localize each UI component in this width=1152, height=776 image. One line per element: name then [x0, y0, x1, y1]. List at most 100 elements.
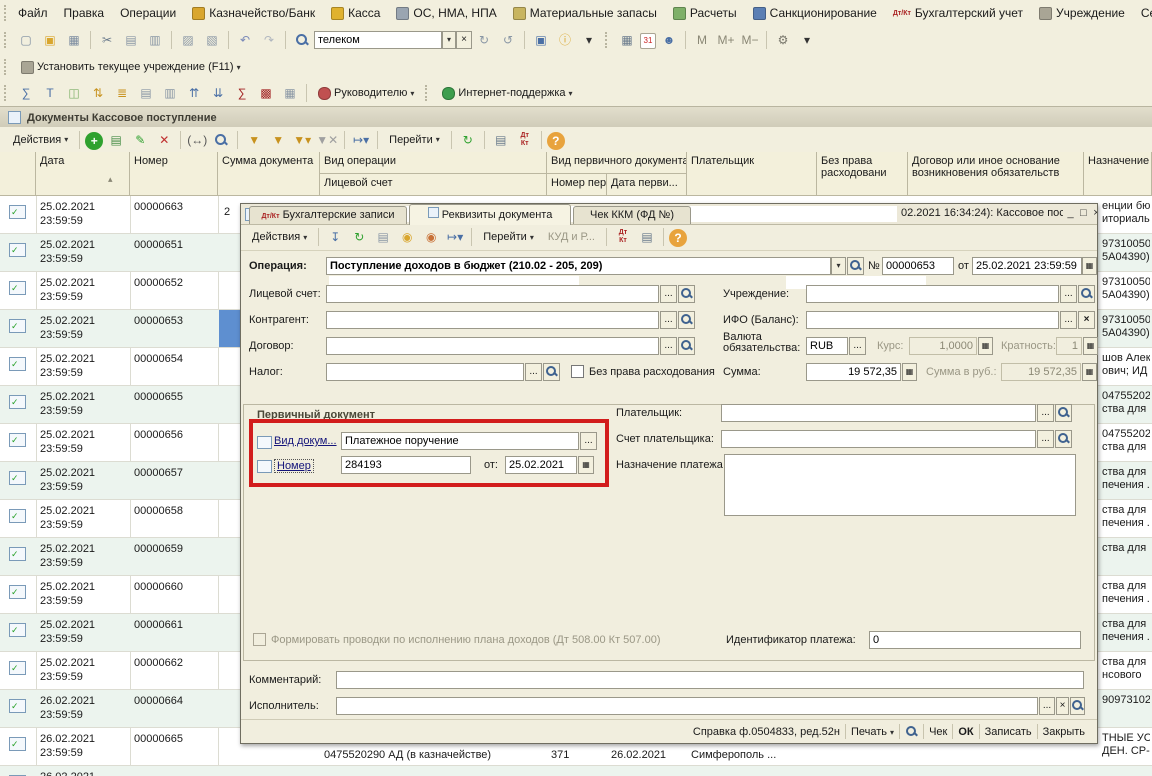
calculator-icon[interactable]: ▦ [616, 29, 638, 51]
menu-санкционирование[interactable]: Санкционирование [745, 3, 885, 23]
executor-lookup-button[interactable] [1070, 697, 1085, 715]
rate-calc-button[interactable]: ▦ [978, 337, 993, 355]
close-button[interactable]: × [1090, 206, 1097, 221]
tab-accounting-records[interactable]: Дт/Кт Бухгалтерские записи [249, 206, 407, 224]
dtkt-icon[interactable]: Дт Кт [612, 226, 634, 248]
memory-icon[interactable]: M [691, 29, 713, 51]
menu-расчеты[interactable]: Расчеты [665, 3, 745, 23]
operations-journal-icon[interactable]: ▥ [159, 82, 181, 104]
toolbar-grip[interactable] [425, 85, 431, 101]
payer-lookup-button[interactable] [1055, 404, 1072, 422]
ifo-input[interactable] [806, 311, 1059, 329]
menu-операции[interactable]: Операции [112, 3, 184, 23]
institution-lookup-button[interactable] [1078, 285, 1095, 303]
print-button[interactable]: Печать ▾ [851, 726, 894, 738]
manager-button[interactable]: Руководителю ▾ [311, 85, 421, 102]
report-icon[interactable]: ▤ [490, 129, 512, 151]
header-contract[interactable]: Договор или иное основание возникновения… [908, 152, 1084, 196]
export-icon[interactable]: ↦▾ [350, 129, 372, 151]
print-icon[interactable]: ▨ [177, 29, 199, 51]
search-clear-button[interactable]: × [456, 31, 472, 49]
menu-бухгалтерский-учет[interactable]: Дт/КтБухгалтерский учет [885, 3, 1031, 23]
print-preview-icon[interactable]: ▧ [201, 29, 223, 51]
redo-icon[interactable]: ↷ [258, 29, 280, 51]
help-icon[interactable]: ? [547, 132, 565, 150]
check-button[interactable]: Чек [929, 726, 947, 738]
reread-icon[interactable]: ↻ [348, 226, 370, 248]
close-dialog-button[interactable]: Закрыть [1043, 726, 1085, 738]
tax-ellipsis-button[interactable]: ... [525, 363, 542, 381]
contract-input[interactable] [326, 337, 659, 355]
edit-icon[interactable]: ✎ [129, 129, 151, 151]
search-icon[interactable] [291, 29, 313, 51]
multiplicity-calc-button[interactable]: ▦ [1083, 337, 1098, 355]
account-input[interactable] [326, 285, 659, 303]
document-journal-icon[interactable]: ▤ [135, 82, 157, 104]
payer-account-lookup-button[interactable] [1055, 430, 1072, 448]
ifo-ellipsis-button[interactable]: ... [1060, 311, 1077, 329]
refresh-icon[interactable]: ↻ [457, 129, 479, 151]
info-dropdown-icon[interactable]: ▾ [578, 29, 600, 51]
calendar-icon[interactable]: 31 [640, 33, 656, 49]
header-primary-doc[interactable]: Вид первичного документа [547, 152, 687, 174]
settings-dropdown-icon[interactable]: ▾ [796, 29, 818, 51]
find-by-number-icon[interactable] [210, 129, 232, 151]
no-right-checkbox[interactable] [571, 365, 584, 378]
help-icon[interactable]: ? [669, 229, 687, 247]
settings-icon[interactable]: ⚙ [772, 29, 794, 51]
turnover-report-icon[interactable]: ⇈ [183, 82, 205, 104]
tax-input[interactable] [326, 363, 524, 381]
find-next-icon[interactable]: ↻ [473, 29, 495, 51]
dialog-go-button[interactable]: Перейти▾ [476, 229, 541, 245]
account-ellipsis-button[interactable]: ... [660, 285, 677, 303]
header-primary-date[interactable]: Дата перви... [607, 174, 687, 196]
executor-input[interactable] [336, 697, 1038, 715]
comment-input[interactable] [336, 671, 1084, 689]
sum-rub-calc-button[interactable]: ▦ [1082, 363, 1097, 381]
header-operation[interactable]: Вид операции [320, 152, 547, 174]
tab-document-details[interactable]: Реквизиты документа [409, 204, 571, 225]
contract-ellipsis-button[interactable]: ... [660, 337, 677, 355]
list-window-titlebar[interactable]: Документы Кассовое поступление [0, 106, 1152, 129]
new-document-icon[interactable]: ▢ [15, 29, 37, 51]
add-icon[interactable]: + [85, 132, 103, 150]
save-icon[interactable]: ▦ [63, 29, 85, 51]
menu-казначейство-банк[interactable]: Казначейство/Банк [184, 3, 323, 23]
checker-report-icon[interactable]: ▦ [279, 82, 301, 104]
set-institution-button[interactable]: Установить текущее учреждение (F11) ▾ [14, 59, 248, 76]
counterparty-input[interactable] [326, 311, 659, 329]
filter-settings-icon[interactable]: ▼ [243, 129, 265, 151]
actions-button[interactable]: Действия▾ [6, 132, 75, 148]
dtkt-icon[interactable]: Дт Кт [514, 129, 536, 151]
account-lookup-button[interactable] [678, 285, 695, 303]
summary-report-icon[interactable]: ∑ [15, 82, 37, 104]
cash-out-icon[interactable]: ◉ [420, 226, 442, 248]
filter-dropdown-icon[interactable]: ▼▾ [291, 129, 313, 151]
header-number[interactable]: Номер [130, 152, 218, 196]
account-card-icon[interactable]: Т [39, 82, 61, 104]
header-primary-number[interactable]: Номер пер... [547, 174, 607, 196]
institution-input[interactable] [806, 285, 1059, 303]
toolbar-grip[interactable] [605, 32, 611, 48]
menu-ос-нма-нпа[interactable]: ОС, НМА, НПА [388, 3, 504, 23]
menu-материальные-запасы[interactable]: Материальные запасы [505, 3, 665, 23]
toolbar-grip[interactable] [4, 59, 10, 75]
save-button[interactable]: Записать [985, 726, 1032, 738]
search-dropdown-button[interactable]: ▾ [442, 31, 456, 49]
menu-касса[interactable]: Касса [323, 3, 388, 23]
go-button[interactable]: Перейти▾ [382, 132, 447, 148]
osv-report-icon[interactable]: ⇊ [207, 82, 229, 104]
copy-icon[interactable]: ▤ [120, 29, 142, 51]
executor-clear-button[interactable]: × [1056, 697, 1069, 715]
payer-ellipsis-button[interactable]: ... [1037, 404, 1054, 422]
toolbar-grip[interactable] [4, 85, 10, 101]
copy-document-icon[interactable]: ▤ [372, 226, 394, 248]
document-number-input[interactable] [882, 257, 954, 275]
set-interval-icon[interactable]: (↔) [186, 129, 208, 151]
cash-in-icon[interactable]: ◉ [396, 226, 418, 248]
operation-lookup-button[interactable] [847, 257, 864, 275]
header-no-right[interactable]: Без права расходовани [817, 152, 908, 196]
open-icon[interactable]: ▣ [39, 29, 61, 51]
payment-purpose-textarea[interactable] [724, 454, 1076, 516]
maximize-button[interactable]: □ [1077, 206, 1090, 221]
